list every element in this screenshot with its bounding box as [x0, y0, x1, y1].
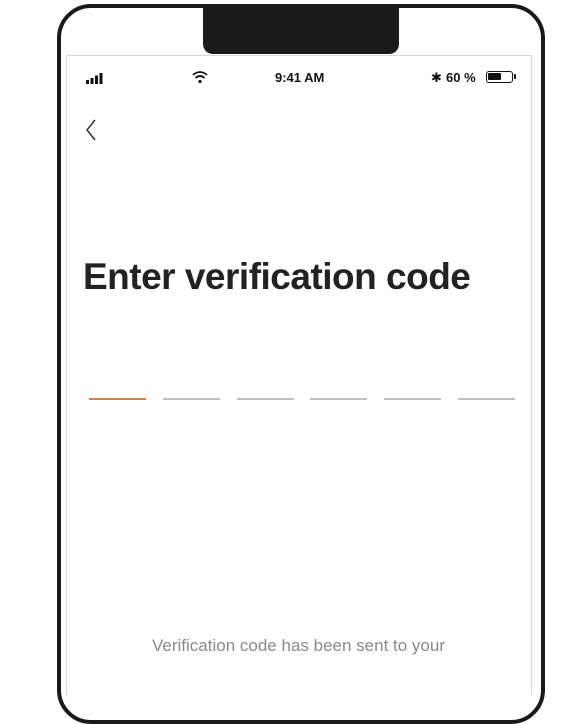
code-slot[interactable] [310, 398, 367, 400]
chevron-left-icon[interactable] [84, 118, 98, 142]
code-slot[interactable] [89, 398, 146, 400]
phone-frame [57, 4, 545, 724]
screen-top-edge [66, 55, 531, 56]
battery-fill [488, 73, 502, 80]
hint-text: Verification code has been sent to your [152, 636, 445, 655]
screen-right-edge [531, 55, 532, 695]
battery-percent: 60 % [446, 70, 476, 85]
status-time: 9:41 AM [275, 70, 325, 85]
battery-cap [514, 74, 516, 79]
page-title: Enter verification code [83, 256, 471, 297]
code-slot[interactable] [458, 398, 515, 400]
battery-icon [486, 71, 513, 83]
signal-icon [86, 73, 103, 84]
code-slot[interactable] [384, 398, 441, 400]
code-slot[interactable] [163, 398, 220, 400]
screen-left-edge [66, 55, 67, 695]
wifi-icon [192, 71, 208, 84]
bluetooth-icon: ✱ [431, 70, 442, 85]
code-slot[interactable] [237, 398, 294, 400]
phone-notch [203, 6, 399, 54]
